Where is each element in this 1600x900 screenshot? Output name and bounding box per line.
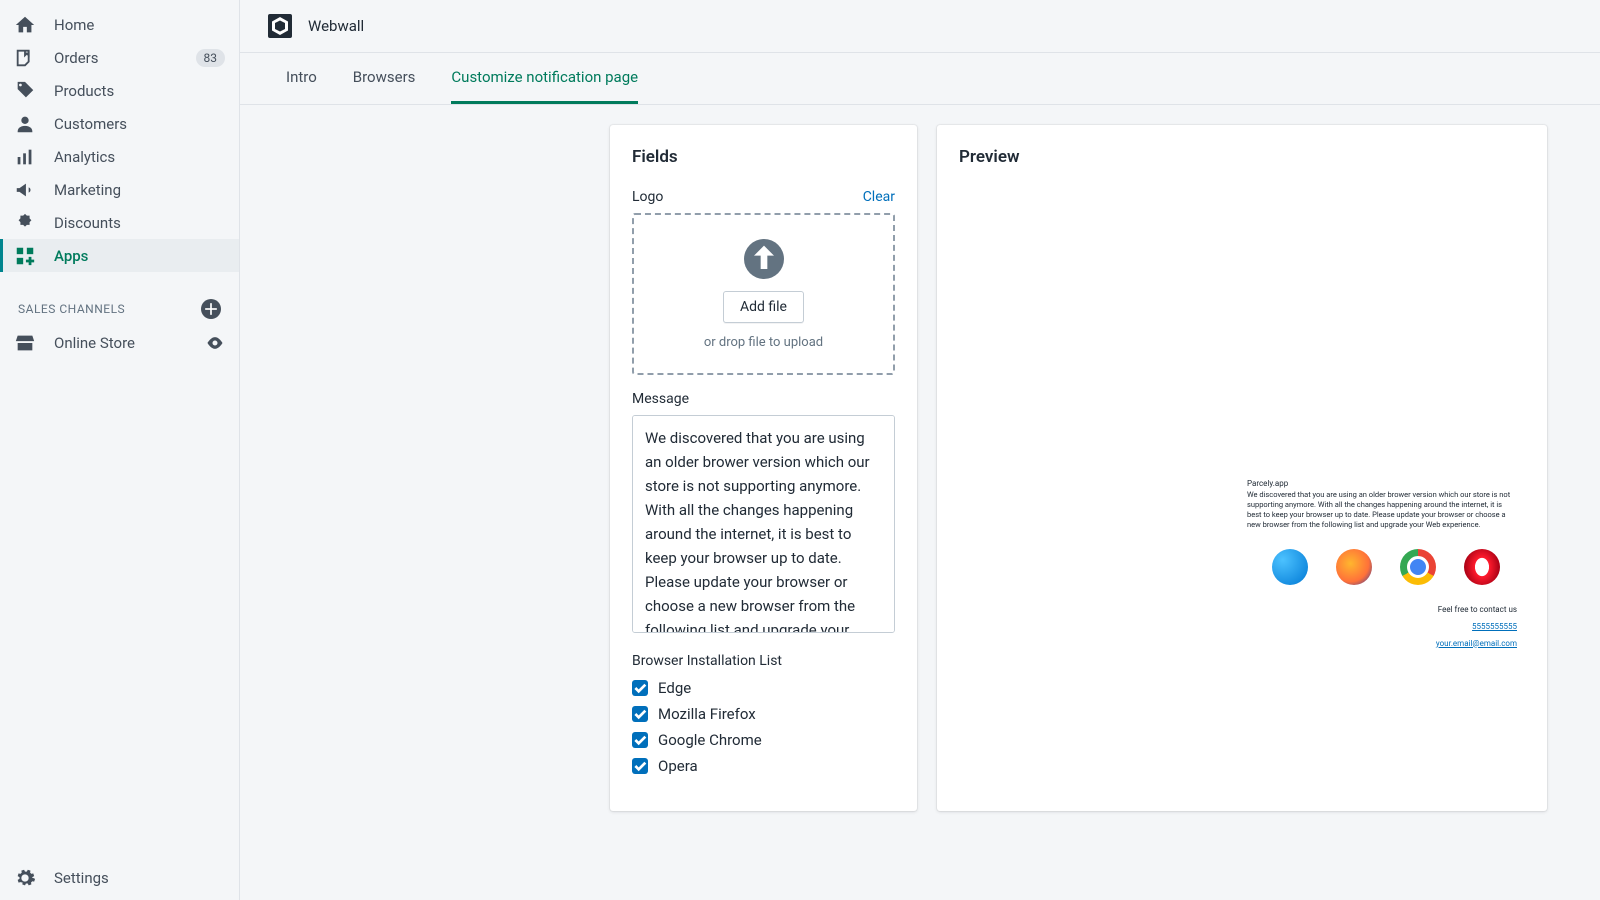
preview-message: We discovered that you are using an olde… <box>1247 490 1517 531</box>
home-icon <box>14 14 36 36</box>
preview-brand: Parcely.app <box>1247 479 1517 488</box>
preview-email-link[interactable]: your.email@email.com <box>1247 639 1517 648</box>
logo-label: Logo <box>632 189 663 205</box>
view-store-button[interactable] <box>205 333 225 353</box>
sidebar-item-label: Online Store <box>54 334 205 352</box>
sidebar-item-label: Settings <box>54 869 109 887</box>
opera-icon <box>1464 549 1500 585</box>
clear-logo-link[interactable]: Clear <box>863 189 895 205</box>
checkbox-icon <box>632 680 648 696</box>
sidebar-item-label: Apps <box>54 247 225 265</box>
checkbox-label: Opera <box>658 757 698 775</box>
sidebar-item-marketing[interactable]: Marketing <box>0 173 239 206</box>
checkbox-label: Mozilla Firefox <box>658 705 756 723</box>
store-icon <box>14 332 36 354</box>
checkbox-icon <box>632 706 648 722</box>
sidebar-item-label: Marketing <box>54 181 225 199</box>
preview-card-title: Preview <box>959 147 1525 167</box>
analytics-icon <box>14 146 36 168</box>
sidebar-item-label: Products <box>54 82 225 100</box>
message-textarea[interactable] <box>632 415 895 633</box>
checkbox-opera[interactable]: Opera <box>632 757 895 775</box>
app-header: Webwall <box>240 0 1600 53</box>
tag-icon <box>14 80 36 102</box>
sidebar-item-discounts[interactable]: Discounts <box>0 206 239 239</box>
sidebar-item-apps[interactable]: Apps <box>0 239 239 272</box>
sidebar-item-label: Discounts <box>54 214 225 232</box>
checkbox-label: Google Chrome <box>658 731 762 749</box>
chrome-icon <box>1400 549 1436 585</box>
sidebar-item-orders[interactable]: Orders 83 <box>0 41 239 74</box>
tab-browsers[interactable]: Browsers <box>353 53 416 104</box>
logo-dropzone[interactable]: Add file or drop file to upload <box>632 213 895 375</box>
checkbox-label: Edge <box>658 679 691 697</box>
sidebar-item-online-store[interactable]: Online Store <box>0 326 239 359</box>
sidebar-item-customers[interactable]: Customers <box>0 107 239 140</box>
preview-phone-link[interactable]: 5555555555 <box>1247 622 1517 631</box>
sidebar-item-label: Orders <box>54 49 196 67</box>
preview-card: Preview Parcely.app We discovered that y… <box>937 125 1547 811</box>
person-icon <box>14 113 36 135</box>
checkbox-icon <box>632 732 648 748</box>
preview-browser-icons <box>1247 549 1517 585</box>
tab-customize-notification-page[interactable]: Customize notification page <box>451 53 638 104</box>
sidebar-item-home[interactable]: Home <box>0 8 239 41</box>
discount-icon <box>14 212 36 234</box>
checkbox-chrome[interactable]: Google Chrome <box>632 731 895 749</box>
app-logo-icon <box>268 14 292 38</box>
checkbox-edge[interactable]: Edge <box>632 679 895 697</box>
gear-icon <box>14 867 36 889</box>
sidebar-item-label: Home <box>54 16 225 34</box>
sidebar-item-analytics[interactable]: Analytics <box>0 140 239 173</box>
megaphone-icon <box>14 179 36 201</box>
orders-badge: 83 <box>196 49 226 67</box>
sidebar-item-settings[interactable]: Settings <box>0 856 239 900</box>
sidebar-item-label: Analytics <box>54 148 225 166</box>
app-title: Webwall <box>308 17 364 35</box>
tab-intro[interactable]: Intro <box>286 53 317 104</box>
upload-icon <box>744 239 784 279</box>
sales-channels-heading: SALES CHANNELS <box>18 302 125 316</box>
add-file-button[interactable]: Add file <box>723 291 804 323</box>
browser-list-label: Browser Installation List <box>632 653 895 669</box>
orders-icon <box>14 47 36 69</box>
sidebar-item-label: Customers <box>54 115 225 133</box>
sidebar-item-products[interactable]: Products <box>0 74 239 107</box>
drop-hint-text: or drop file to upload <box>704 335 823 350</box>
apps-icon <box>14 245 36 267</box>
add-channel-button[interactable] <box>201 299 221 319</box>
preview-contact-hint: Feel free to contact us <box>1247 605 1517 614</box>
message-label: Message <box>632 391 895 407</box>
checkbox-icon <box>632 758 648 774</box>
checkbox-firefox[interactable]: Mozilla Firefox <box>632 705 895 723</box>
edge-icon <box>1272 549 1308 585</box>
firefox-icon <box>1336 549 1372 585</box>
fields-card: Fields Logo Clear Add file or drop file … <box>610 125 917 811</box>
fields-card-title: Fields <box>632 147 895 167</box>
